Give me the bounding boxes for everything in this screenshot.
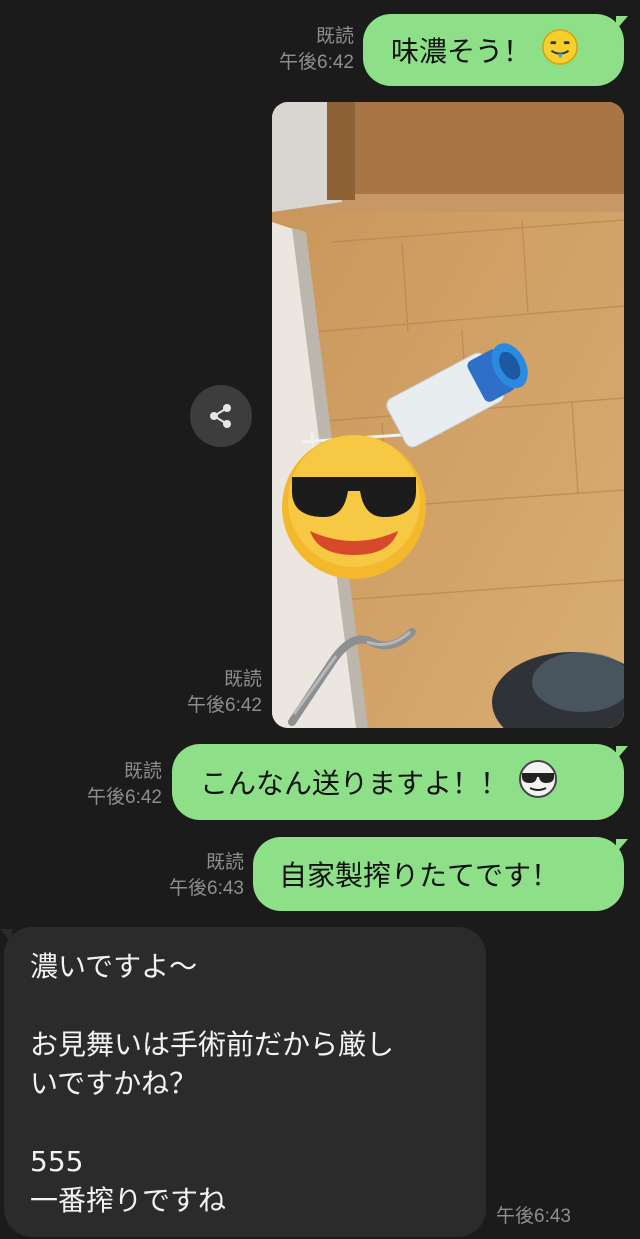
message-meta: 既読 午後6:42 [262, 24, 354, 76]
read-receipt: 既読 [315, 26, 354, 47]
timestamp: 午後6:43 [169, 878, 244, 899]
share-button[interactable] [190, 385, 252, 447]
sunglasses-face-emoji-icon [282, 435, 426, 579]
share-icon [210, 404, 231, 428]
timestamp: 午後6:43 [496, 1206, 571, 1227]
photo-image [272, 102, 624, 728]
read-receipt: 既読 [123, 761, 162, 782]
message-meta: 既読 午後6:42 [70, 759, 162, 811]
message-meta: 既読 午後6:43 [152, 850, 244, 902]
drooling-face-emoji-icon [541, 28, 579, 73]
outgoing-message-bubble[interactable]: 味濃そう！ [363, 14, 624, 86]
read-receipt: 既読 [205, 852, 244, 873]
sunglasses-face-emoji-icon [518, 759, 558, 806]
read-receipt: 既読 [223, 669, 262, 690]
message-text: こんなん送りますよ！！ [200, 767, 509, 800]
message-meta: 午後6:43 [496, 1204, 571, 1230]
timestamp: 午後6:42 [279, 52, 354, 73]
timestamp: 午後6:42 [87, 787, 162, 808]
bubble-tail [616, 839, 628, 853]
message-text: 自家製搾りたてです！ [279, 859, 560, 892]
photo-message[interactable] [272, 102, 624, 728]
outgoing-message-bubble[interactable]: こんなん送りますよ！！ [172, 744, 624, 820]
incoming-message-bubble[interactable]: 濃いですよ〜 お見舞いは手術前だから厳し いですかね？ 555 一番搾りですね [4, 927, 486, 1237]
message-text: 味濃そう！ [391, 35, 532, 68]
timestamp: 午後6:42 [187, 695, 262, 716]
bubble-tail [616, 746, 628, 760]
message-meta: 既読 午後6:42 [170, 667, 262, 719]
bubble-tail [616, 16, 628, 30]
outgoing-message-bubble[interactable]: 自家製搾りたてです！ [253, 837, 624, 911]
